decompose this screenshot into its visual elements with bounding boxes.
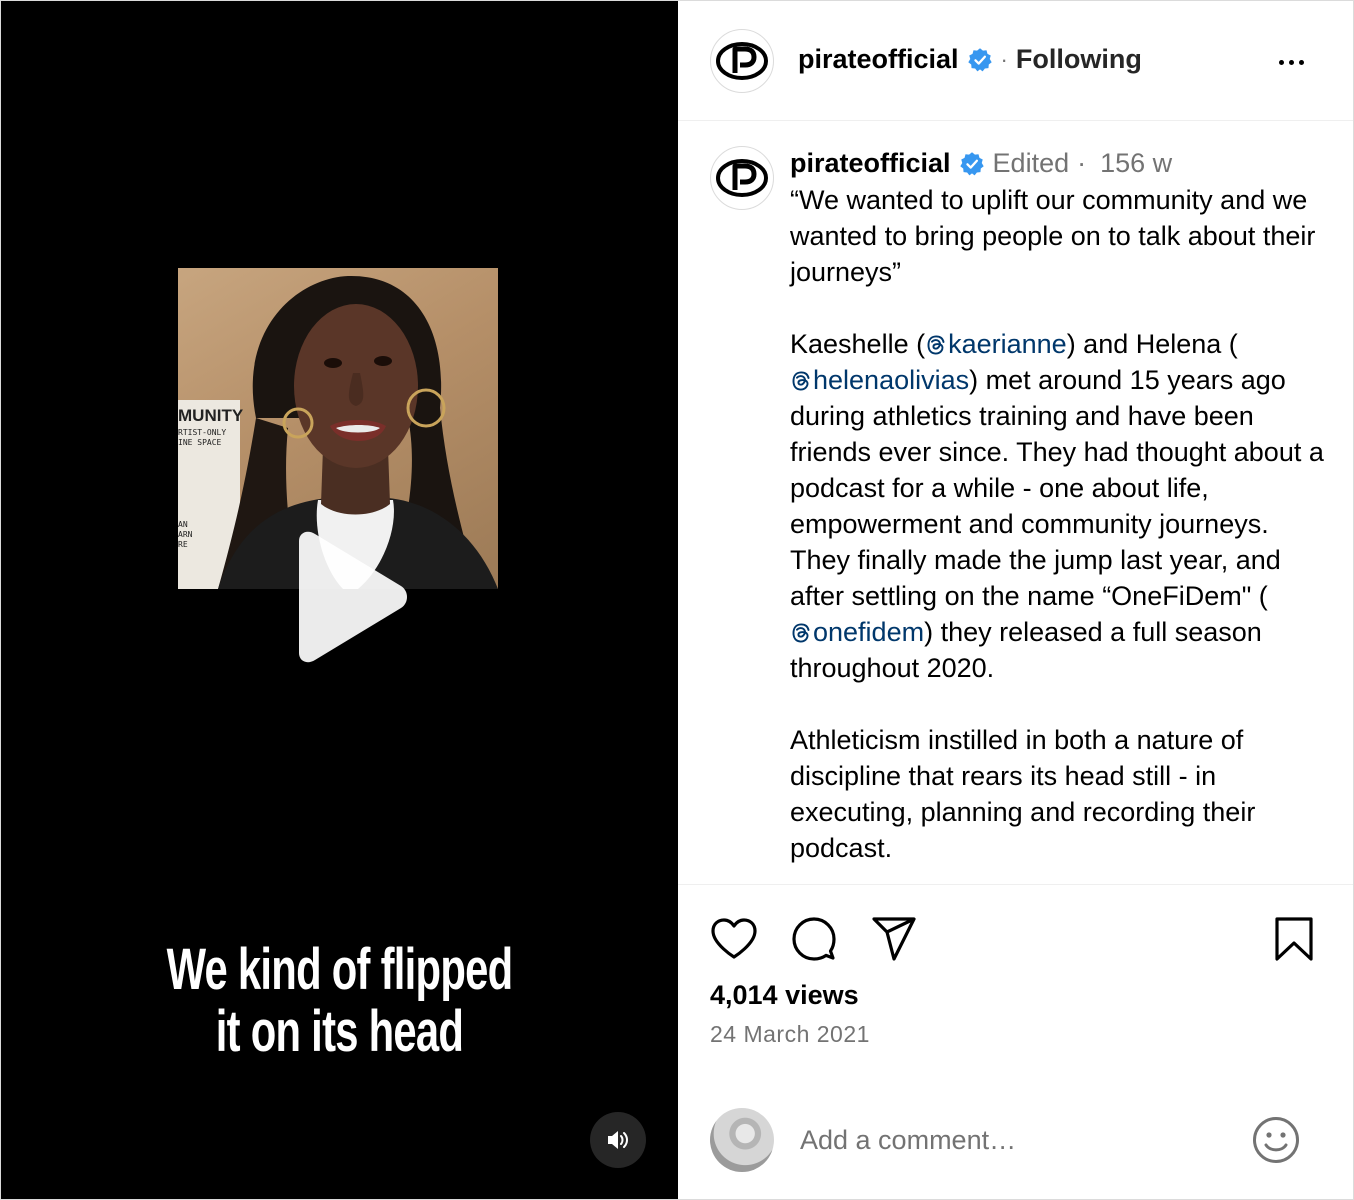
author-username[interactable]: pirateofficial bbox=[798, 44, 959, 75]
post-caption: pirateofficial Edited · 156 w “We wanted… bbox=[678, 122, 1353, 884]
post-header: pirateofficial · Following bbox=[678, 1, 1353, 121]
caption-username[interactable]: pirateofficial bbox=[790, 148, 951, 179]
caption-paragraph-3: Athleticism instilled in both a nature o… bbox=[790, 725, 1256, 863]
separator: · bbox=[1000, 46, 1008, 72]
current-user-avatar[interactable] bbox=[710, 1108, 774, 1172]
save-button[interactable] bbox=[1268, 913, 1320, 965]
caption-quote: “We wanted to uplift our community and w… bbox=[790, 185, 1316, 287]
header-user-line: pirateofficial · Following bbox=[798, 44, 1142, 75]
threads-icon bbox=[792, 623, 810, 643]
verified-icon bbox=[967, 47, 992, 71]
caption-author-avatar[interactable] bbox=[710, 146, 774, 210]
heart-icon bbox=[711, 918, 757, 959]
mention-kaerianne[interactable]: kaerianne bbox=[925, 329, 1067, 359]
audio-toggle-button[interactable] bbox=[590, 1112, 646, 1168]
share-icon bbox=[872, 917, 916, 961]
pirate-logo-icon bbox=[716, 42, 768, 80]
verified-icon bbox=[959, 151, 984, 175]
comment-input[interactable] bbox=[800, 1120, 1240, 1160]
share-button[interactable] bbox=[868, 913, 920, 965]
volume-icon bbox=[608, 1131, 628, 1149]
pirate-logo-icon bbox=[716, 159, 768, 197]
video-player[interactable]: MUNITY RTIST-ONLY INE SPACE AN ARN RE We… bbox=[1, 1, 678, 1199]
edited-label: Edited bbox=[992, 148, 1070, 178]
play-button[interactable] bbox=[285, 531, 411, 663]
caption-text: “We wanted to uplift our community and w… bbox=[790, 182, 1330, 884]
comment-composer bbox=[678, 1084, 1353, 1199]
mention-onefidem[interactable]: onefidem bbox=[790, 617, 924, 647]
author-avatar[interactable] bbox=[710, 29, 774, 93]
subtitle-line-2: it on its head bbox=[215, 999, 464, 1064]
post-age[interactable]: 156 w bbox=[1100, 148, 1172, 179]
post-details-pane: pirateofficial · Following pirateofficia… bbox=[678, 1, 1353, 1199]
caption-paragraph-2: Kaeshelle (kaerianne) and Helena (helena… bbox=[790, 329, 1324, 683]
emoji-icon bbox=[1253, 1117, 1299, 1163]
emoji-button[interactable] bbox=[1251, 1115, 1301, 1165]
comment-icon bbox=[792, 917, 836, 961]
following-button[interactable]: Following bbox=[1016, 44, 1142, 75]
play-icon bbox=[299, 531, 407, 663]
video-subtitle: We kind of flipped it on its head bbox=[96, 939, 583, 1063]
more-icon bbox=[1278, 59, 1304, 65]
separator: · bbox=[1077, 148, 1087, 178]
more-options-button[interactable] bbox=[1274, 45, 1308, 79]
threads-icon bbox=[792, 371, 810, 391]
comment-button[interactable] bbox=[788, 913, 840, 965]
like-button[interactable] bbox=[708, 913, 760, 965]
threads-icon bbox=[927, 335, 945, 355]
caption-meta: pirateofficial Edited · 156 w bbox=[790, 148, 1172, 179]
subtitle-line-1: We kind of flipped bbox=[166, 937, 514, 1002]
bookmark-icon bbox=[1275, 917, 1313, 961]
views-count[interactable]: 4,014 views bbox=[710, 980, 859, 1011]
post-date[interactable]: 24 March 2021 bbox=[710, 1021, 870, 1048]
post-actions: 4,014 views 24 March 2021 bbox=[678, 884, 1353, 1084]
mention-helenaolivias[interactable]: helenaolivias bbox=[790, 365, 969, 395]
